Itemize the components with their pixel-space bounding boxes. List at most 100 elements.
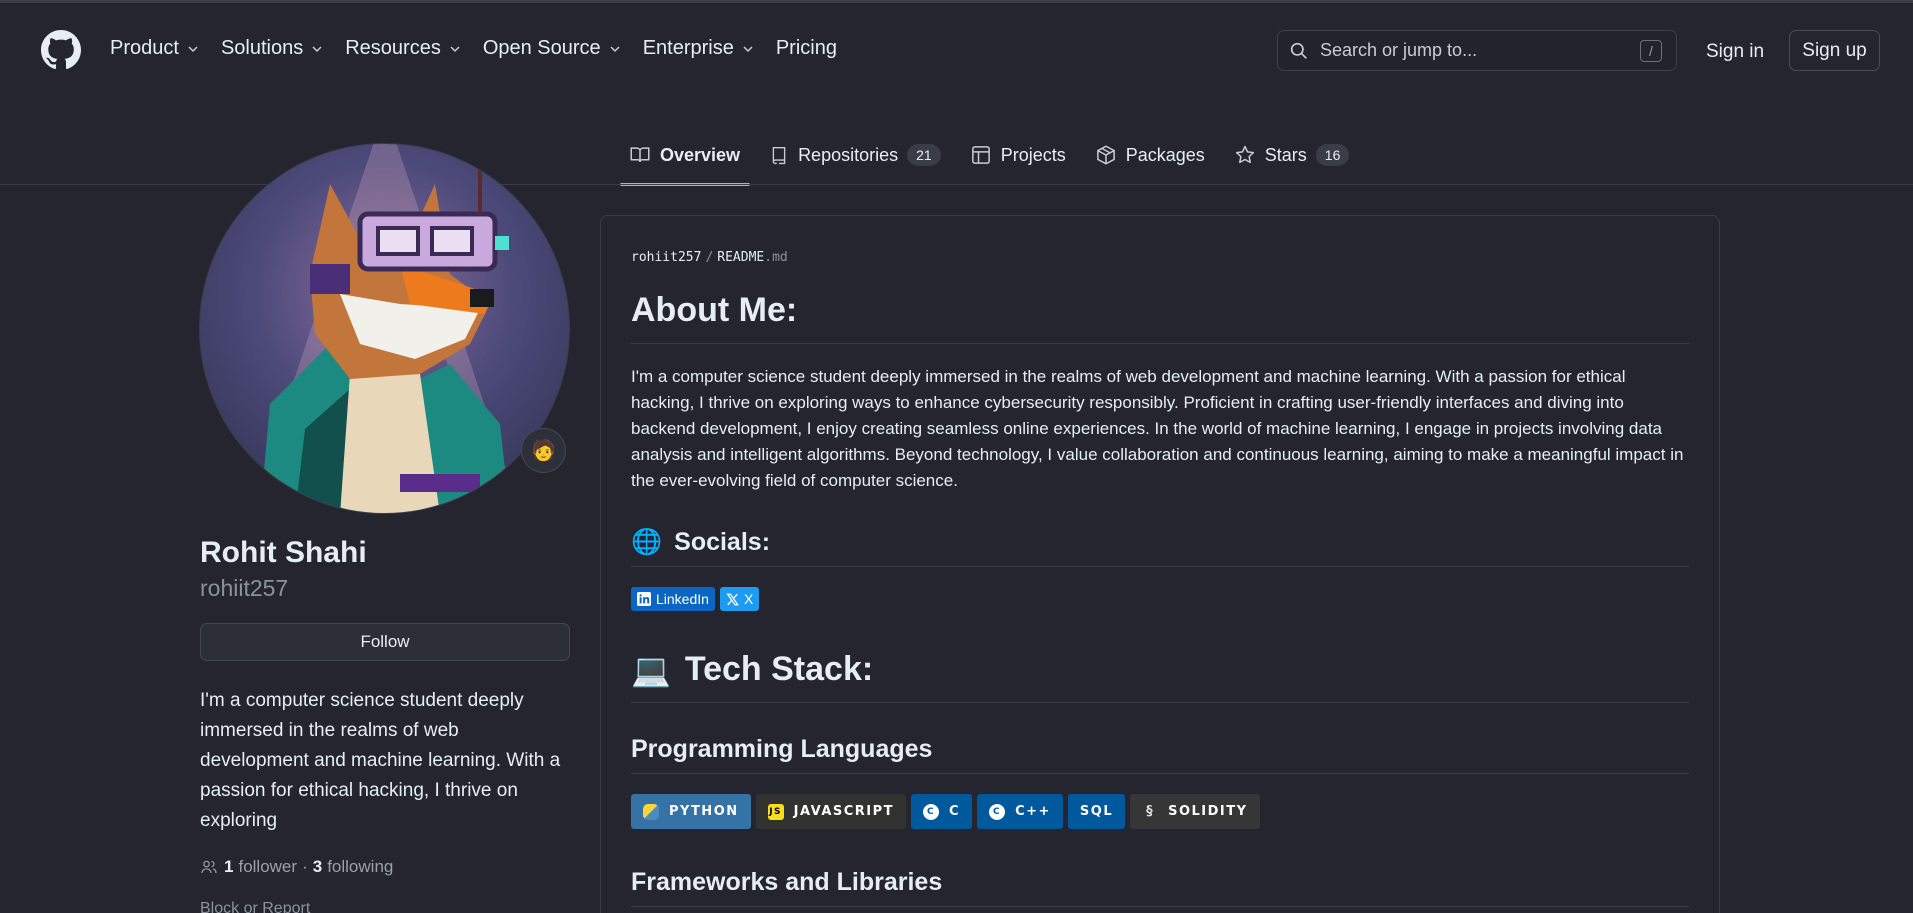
- nav-product[interactable]: Product: [110, 37, 199, 60]
- followers-label: follower: [238, 857, 298, 876]
- nav-open-source[interactable]: Open Source: [483, 37, 621, 60]
- tech-stack-title: Tech Stack:: [684, 650, 874, 688]
- repositories-count: 21: [907, 144, 941, 166]
- package-icon: [1096, 145, 1115, 165]
- badge-label: JAVASCRIPT: [793, 804, 895, 819]
- tab-label: Repositories: [798, 144, 899, 165]
- tab-projects[interactable]: Projects: [961, 133, 1076, 177]
- chevron-down-icon: [188, 45, 198, 52]
- programming-languages-heading: Programming Languages: [631, 735, 933, 763]
- linkedin-label: LinkedIn: [656, 591, 709, 607]
- nav-pricing[interactable]: Pricing: [776, 37, 837, 60]
- readme-owner-link[interactable]: rohiit257: [631, 250, 701, 265]
- chevron-down-icon: [610, 45, 620, 52]
- followers-row: 1 follower · 3 following: [200, 857, 393, 877]
- avatar-fox-illustration: [249, 144, 521, 513]
- about-text: I'm a computer science student deeply im…: [631, 367, 1684, 490]
- tab-stars[interactable]: Stars 16: [1225, 133, 1360, 177]
- main-nav: Product Solutions Resources Open Source …: [110, 37, 859, 60]
- readme-file-ext: .md: [764, 250, 788, 265]
- github-logo-icon[interactable]: [41, 30, 81, 70]
- nav-solutions[interactable]: Solutions: [221, 37, 323, 60]
- nav-resources[interactable]: Resources: [345, 37, 461, 60]
- book-icon: [630, 147, 650, 162]
- about-heading: About Me:: [631, 291, 798, 329]
- avatar[interactable]: [199, 143, 570, 514]
- following-link[interactable]: 3 following: [313, 857, 394, 877]
- tech-stack-heading: 💻 Tech Stack:: [631, 650, 873, 689]
- x-badge[interactable]: X: [719, 587, 760, 611]
- socials-heading: 🌐 Socials:: [631, 528, 770, 557]
- tab-repositories[interactable]: Repositories 21: [760, 133, 951, 177]
- c-badge[interactable]: C C: [911, 794, 973, 829]
- nav-label: Solutions: [220, 37, 304, 59]
- followers-count: 1: [224, 857, 234, 876]
- sql-badge[interactable]: SQL: [1067, 794, 1126, 829]
- search-icon: [1290, 42, 1307, 59]
- badge-label: SOLIDITY: [1168, 804, 1248, 819]
- site-header: Product Solutions Resources Open Source …: [0, 3, 1913, 97]
- frameworks-divider: [631, 906, 1689, 907]
- tab-label: Overview: [660, 144, 741, 165]
- python-badge[interactable]: PYTHON: [631, 794, 751, 829]
- x-logo-icon: [726, 593, 739, 605]
- table-icon: [971, 146, 990, 164]
- nav-label: Pricing: [775, 37, 837, 59]
- stars-count: 16: [1315, 144, 1350, 166]
- star-icon: [1235, 145, 1254, 164]
- nav-label: Product: [110, 37, 179, 59]
- languages-divider: [631, 773, 1689, 774]
- people-icon: [201, 860, 217, 874]
- block-or-report-link[interactable]: Block or Report: [200, 900, 310, 913]
- follow-button[interactable]: Follow: [200, 623, 570, 661]
- chevron-down-icon: [743, 45, 753, 52]
- sign-up-button[interactable]: Sign up: [1789, 30, 1880, 71]
- solidity-badge[interactable]: § SOLIDITY: [1130, 794, 1260, 829]
- javascript-badge[interactable]: JS JAVASCRIPT: [755, 794, 907, 829]
- readme-breadcrumb: rohiit257 /README.md: [631, 250, 788, 265]
- badge-label: C++: [1015, 804, 1051, 819]
- repo-icon: [772, 147, 786, 165]
- search-shortcut-key: /: [1640, 39, 1662, 62]
- badge-label: PYTHON: [669, 804, 739, 819]
- following-count: 3: [312, 857, 323, 876]
- x-label: X: [743, 591, 754, 607]
- social-badges: LinkedIn X: [631, 587, 760, 611]
- readme-file-name: README: [717, 250, 765, 265]
- sign-in-link[interactable]: Sign in: [1706, 41, 1764, 63]
- solidity-icon: §: [1146, 804, 1155, 819]
- linkedin-icon: [637, 592, 651, 606]
- status-emoji-button[interactable]: 🧑: [521, 428, 566, 473]
- python-icon: [643, 803, 659, 820]
- javascript-icon: JS: [767, 803, 784, 820]
- readme-panel: rohiit257 /README.md About Me: I'm a comp…: [600, 215, 1720, 913]
- socials-divider: [631, 566, 1689, 567]
- chevron-down-icon: [450, 45, 460, 52]
- tab-label: Projects: [1000, 144, 1066, 165]
- status-emoji: 🧑: [531, 440, 556, 462]
- tab-label: Packages: [1125, 144, 1205, 165]
- chevron-down-icon: [312, 45, 322, 52]
- language-badges: PYTHON JS JAVASCRIPT C C C C++ SQL § SOL…: [631, 794, 1260, 829]
- profile-full-name: Rohit Shahi: [200, 536, 367, 569]
- about-divider: [631, 343, 1689, 344]
- search-input[interactable]: Search or jump to... /: [1277, 30, 1677, 71]
- profile-tabs: Overview Repositories 21 Projects Packag…: [620, 133, 1369, 186]
- tab-label: Stars: [1264, 144, 1307, 165]
- profile-username: rohiit257: [200, 575, 289, 601]
- followers-link[interactable]: 1 follower: [224, 857, 297, 877]
- cpp-badge[interactable]: C C++: [977, 794, 1063, 829]
- c-language-icon: C: [923, 803, 940, 820]
- badge-label: C: [949, 804, 961, 819]
- laptop-icon: 💻: [631, 651, 671, 688]
- socials-title: Socials:: [674, 528, 771, 556]
- tech-divider: [631, 702, 1689, 703]
- nav-label: Enterprise: [642, 37, 734, 59]
- nav-enterprise[interactable]: Enterprise: [643, 37, 754, 60]
- linkedin-badge[interactable]: LinkedIn: [631, 587, 715, 611]
- globe-icon: 🌐: [631, 528, 663, 556]
- breadcrumb-separator: /: [705, 250, 714, 265]
- tab-packages[interactable]: Packages: [1086, 133, 1215, 177]
- tab-overview[interactable]: Overview: [620, 133, 751, 186]
- nav-label: Open Source: [482, 37, 601, 59]
